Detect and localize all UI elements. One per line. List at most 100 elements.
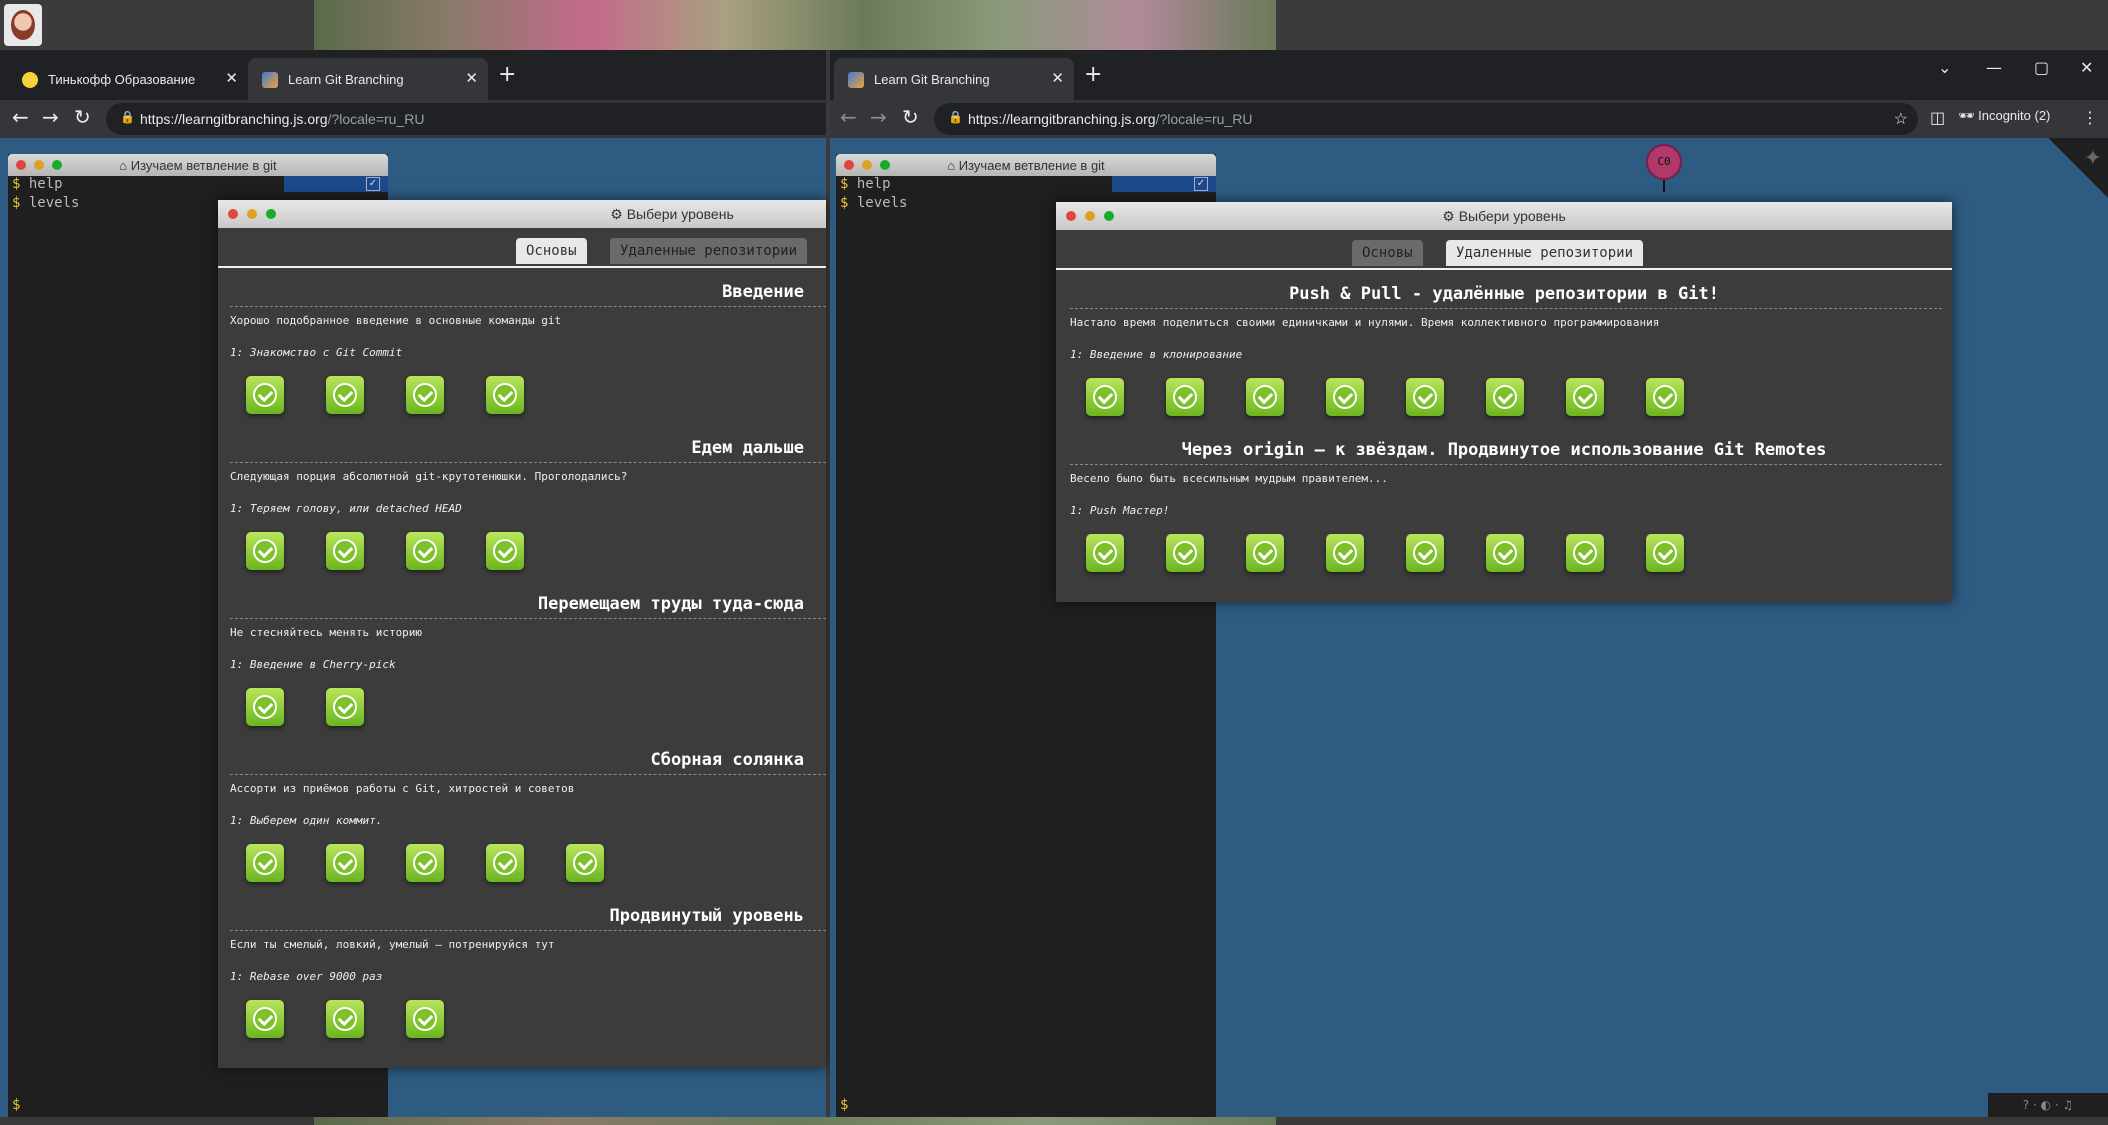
back-icon[interactable]: ← xyxy=(840,105,857,129)
url-text: https://learngitbranching.js.org/?locale… xyxy=(968,111,1253,127)
level-button[interactable] xyxy=(1166,378,1204,416)
level-button[interactable] xyxy=(406,1000,444,1038)
level-tabs: Основы Удаленные репозитории xyxy=(218,228,826,268)
commit-arrow xyxy=(1663,180,1665,192)
address-bar[interactable]: 🔒 https://learngitbranching.js.org/?loca… xyxy=(106,103,826,135)
level-button[interactable] xyxy=(1326,378,1364,416)
checkmark-icon xyxy=(253,695,277,719)
url-text: https://learngitbranching.js.org/?locale… xyxy=(140,111,425,127)
level-button[interactable] xyxy=(1406,378,1444,416)
level-button[interactable] xyxy=(1406,534,1444,572)
level-button[interactable] xyxy=(1486,534,1524,572)
tinkoff-icon xyxy=(22,72,38,88)
learngit-icon xyxy=(848,72,864,88)
tab-learngit[interactable]: Learn Git Branching ✕ xyxy=(248,58,488,100)
close-icon[interactable]: ✕ xyxy=(225,69,238,87)
commit-node[interactable]: C0 xyxy=(1646,144,1682,180)
tab-basics[interactable]: Основы xyxy=(1352,240,1423,266)
maximize-icon[interactable]: ▢ xyxy=(2034,58,2049,77)
level-button[interactable] xyxy=(1086,378,1124,416)
forward-icon[interactable]: → xyxy=(870,105,887,129)
level-button[interactable] xyxy=(246,376,284,414)
new-tab-icon[interactable]: + xyxy=(498,62,516,87)
level-button[interactable] xyxy=(1566,534,1604,572)
level-button[interactable] xyxy=(326,688,364,726)
level-button[interactable] xyxy=(326,532,364,570)
level-button[interactable] xyxy=(1566,378,1604,416)
command-strip: ✓ xyxy=(284,176,388,192)
close-window-icon[interactable]: ✕ xyxy=(2080,58,2093,77)
checkmark-icon xyxy=(1653,385,1677,409)
tab-basics[interactable]: Основы xyxy=(516,238,587,264)
level-button[interactable] xyxy=(486,532,524,570)
back-icon[interactable]: ← xyxy=(12,105,29,129)
level-button[interactable] xyxy=(1246,534,1284,572)
new-tab-icon[interactable]: + xyxy=(1084,62,1102,87)
tab-remote[interactable]: Удаленные репозитории xyxy=(610,238,808,264)
level-button[interactable] xyxy=(246,844,284,882)
level-button[interactable] xyxy=(326,844,364,882)
level-button[interactable] xyxy=(406,532,444,570)
level-button[interactable] xyxy=(1646,378,1684,416)
github-corner[interactable]: ✦ xyxy=(2048,138,2108,198)
tab-learngit[interactable]: Learn Git Branching ✕ xyxy=(834,58,1074,100)
level-button[interactable] xyxy=(326,1000,364,1038)
terminal-prompt[interactable]: $ xyxy=(840,1097,848,1113)
forward-icon[interactable]: → xyxy=(42,105,59,129)
checkmark-icon xyxy=(1493,541,1517,565)
sequence-description: Настало время поделиться своими единичка… xyxy=(1070,316,1660,329)
tab-title: Learn Git Branching xyxy=(288,72,404,87)
checkmark-icon xyxy=(413,383,437,407)
level-button[interactable] xyxy=(246,688,284,726)
sequence-level-name: 1: Теряем голову, или detached HEAD xyxy=(230,502,462,515)
level-button[interactable] xyxy=(1486,378,1524,416)
checkmark-icon xyxy=(413,1007,437,1031)
level-button[interactable] xyxy=(1246,378,1284,416)
level-button[interactable] xyxy=(406,376,444,414)
level-button[interactable] xyxy=(406,844,444,882)
checkmark-icon xyxy=(333,383,357,407)
checkmark-icon xyxy=(1333,541,1357,565)
level-button[interactable] xyxy=(1166,534,1204,572)
level-button[interactable] xyxy=(246,532,284,570)
sequence-divider xyxy=(230,930,826,931)
level-button[interactable] xyxy=(1646,534,1684,572)
toolbar: ← → ↻ 🔒 https://learngitbranching.js.org… xyxy=(0,100,826,138)
close-icon[interactable]: ✕ xyxy=(465,69,478,87)
sequence-title: Push & Pull - удалённые репозитории в Gi… xyxy=(1289,284,1719,304)
address-bar[interactable]: 🔒 https://learngitbranching.js.org/?loca… xyxy=(934,103,1918,135)
checkmark-icon xyxy=(1493,385,1517,409)
checkbox-icon[interactable]: ✓ xyxy=(1194,177,1208,191)
level-button[interactable] xyxy=(486,844,524,882)
star-icon[interactable]: ☆ xyxy=(1894,109,1908,129)
menu-icon[interactable]: ⋮ xyxy=(2082,108,2098,127)
close-icon[interactable]: ✕ xyxy=(1051,69,1064,87)
sequence-divider xyxy=(230,618,826,619)
checkbox-icon[interactable]: ✓ xyxy=(366,177,380,191)
footer-icons[interactable]: ? · ◐ · ♫ xyxy=(1988,1093,2108,1117)
sequence-level-name: 1: Введение в Cherry-pick xyxy=(230,658,396,671)
level-button[interactable] xyxy=(566,844,604,882)
checkmark-icon xyxy=(1573,385,1597,409)
tab-search-icon[interactable]: ⌄ xyxy=(1938,58,1951,77)
sidepanel-icon[interactable]: ◫ xyxy=(1930,108,1945,127)
level-button[interactable] xyxy=(1086,534,1124,572)
checkmark-icon xyxy=(333,695,357,719)
incognito-badge[interactable]: 🕶 Incognito (2) xyxy=(1958,108,2050,124)
tab-tinkoff[interactable]: Тинькофф Образование ✕ xyxy=(8,58,248,100)
level-button[interactable] xyxy=(1326,534,1364,572)
app-avatar-icon[interactable] xyxy=(4,4,42,46)
wallpaper xyxy=(314,0,1276,50)
checkmark-icon xyxy=(1413,541,1437,565)
minimize-icon[interactable]: — xyxy=(1986,58,2002,77)
level-button[interactable] xyxy=(246,1000,284,1038)
reload-icon[interactable]: ↻ xyxy=(902,105,919,129)
reload-icon[interactable]: ↻ xyxy=(74,105,91,129)
checkmark-icon xyxy=(413,539,437,563)
level-button[interactable] xyxy=(326,376,364,414)
level-button[interactable] xyxy=(486,376,524,414)
terminal-prompt[interactable]: $ xyxy=(12,1097,20,1113)
sequence-title: Введение xyxy=(722,282,804,302)
sequence-level-name: 1: Выберем один коммит. xyxy=(230,814,383,827)
tab-remote[interactable]: Удаленные репозитории xyxy=(1446,240,1644,266)
